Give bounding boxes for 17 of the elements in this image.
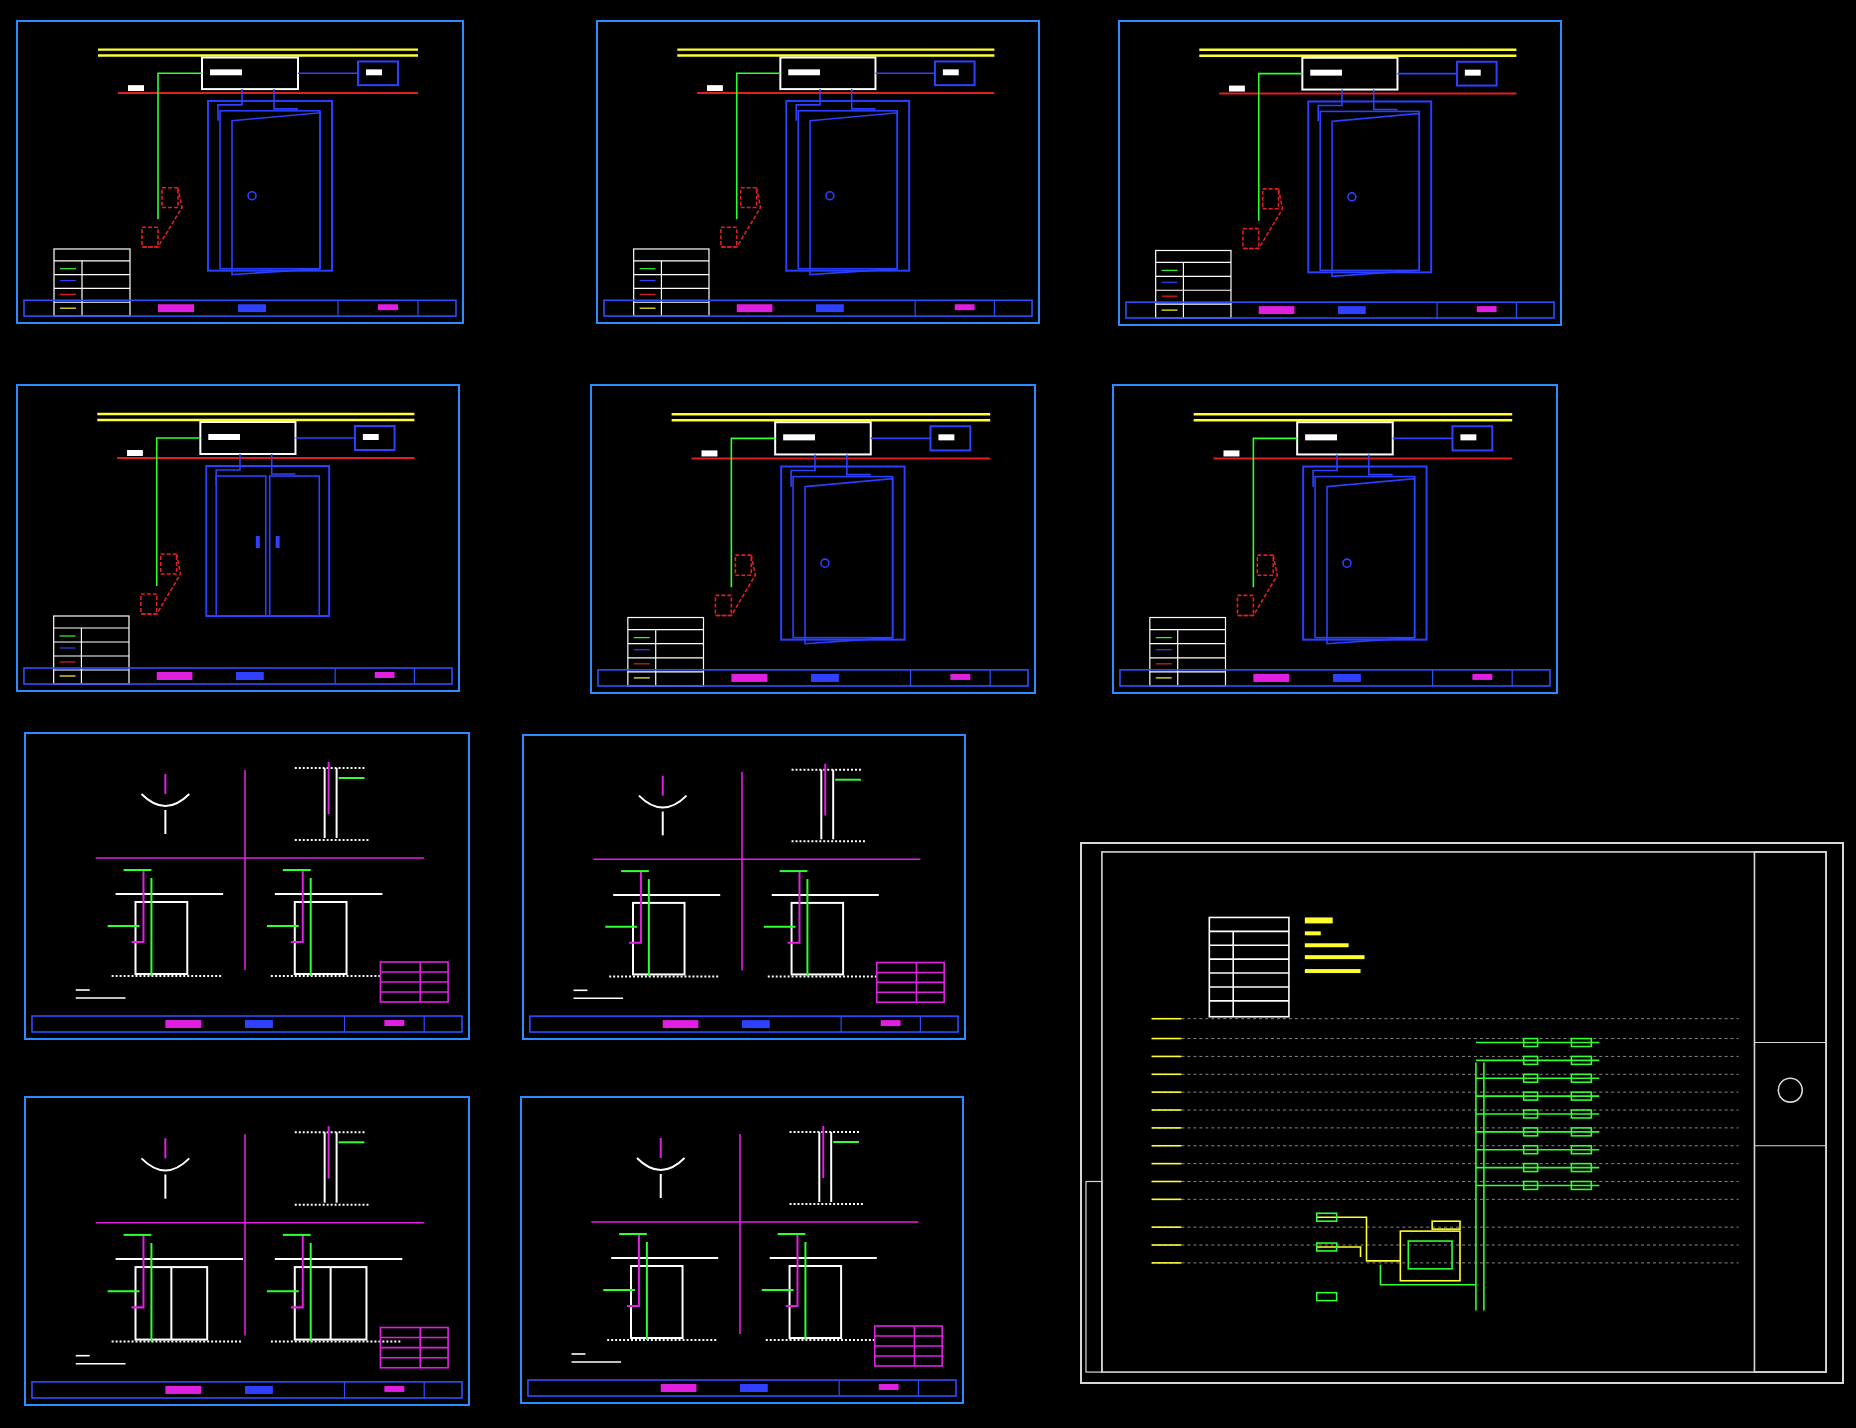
legend-table <box>53 615 130 685</box>
legend-table <box>1208 916 1290 1018</box>
card-reader-drawing <box>140 553 182 615</box>
legend-table <box>1149 616 1227 687</box>
card-reader-drawing <box>141 187 183 248</box>
card-reader-drawing <box>1242 188 1284 250</box>
card-reader-drawing <box>720 187 762 248</box>
material-table <box>876 961 945 1004</box>
legend-table <box>1155 249 1232 319</box>
legend-table <box>633 248 710 317</box>
card-reader-drawing <box>1236 554 1279 617</box>
card-reader-drawing <box>714 554 757 617</box>
legend-table <box>53 248 131 317</box>
material-table <box>379 961 449 1003</box>
material-table <box>874 1325 943 1367</box>
material-table <box>379 1326 449 1369</box>
legend-table <box>627 616 705 687</box>
